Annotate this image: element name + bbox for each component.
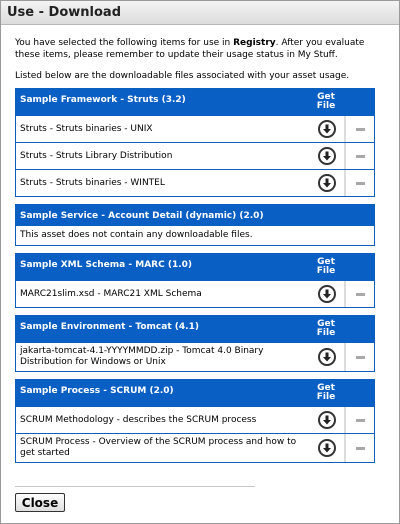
get-file-button[interactable] — [310, 120, 344, 138]
file-row: Struts - Struts binaries - WINTEL — [16, 169, 374, 196]
remove-cell[interactable] — [346, 292, 374, 296]
get-file-column-header: Get File — [306, 320, 346, 338]
get-file-label-line2: File — [316, 392, 336, 402]
remove-cell[interactable] — [346, 446, 374, 450]
file-row: MARC21slim.xsd - MARC21 XML Schema — [16, 280, 374, 307]
asset-groups: Sample Framework - Struts (3.2) Get File St… — [15, 88, 385, 463]
file-row: Struts - Struts binaries - UNIX — [16, 115, 374, 142]
file-name: Struts - Struts Library Distribution — [20, 150, 173, 161]
dialog-title: Use - Download — [1, 1, 399, 25]
remove-cell[interactable] — [346, 181, 374, 185]
asset-group-header: Sample Framework - Struts (3.2) Get File — [16, 89, 374, 115]
asset-group: Sample Process - SCRUM (2.0) Get File SCRUM… — [15, 379, 375, 463]
remove-dash-icon[interactable] — [355, 154, 365, 158]
file-row: SCRUM Methodology - describes the SCRUM … — [16, 406, 374, 433]
footer-divider — [15, 486, 255, 487]
asset-group: Sample Environment - Tomcat (4.1) Get File… — [15, 315, 375, 372]
intro-registry: Registry — [233, 38, 276, 48]
download-arrow-icon[interactable] — [318, 285, 336, 303]
no-files-message: This asset does not contain any download… — [16, 225, 374, 245]
close-button[interactable]: Close — [15, 493, 65, 512]
asset-group-title: Sample Process - SCRUM (2.0) — [20, 386, 174, 396]
remove-dash-icon[interactable] — [355, 292, 365, 296]
file-row: SCRUM Process - Overview of the SCRUM pr… — [16, 433, 374, 462]
intro-text-before: You have selected the following items fo… — [15, 38, 234, 48]
file-name: SCRUM Methodology - describes the SCRUM … — [20, 414, 257, 425]
get-file-button[interactable] — [310, 348, 344, 366]
asset-group: Sample Service - Account Detail (dynamic… — [15, 204, 375, 246]
dialog-content: You have selected the following items fo… — [1, 25, 399, 463]
download-arrow-icon[interactable] — [318, 348, 336, 366]
remove-cell[interactable] — [346, 154, 374, 158]
file-row: jakarta-tomcat-4.1-YYYYMMDD.zip - Tomcat… — [16, 342, 374, 371]
asset-group-header: Sample Environment - Tomcat (4.1) Get File — [16, 316, 374, 342]
download-arrow-icon[interactable] — [318, 439, 336, 457]
download-arrow-icon[interactable] — [318, 147, 336, 165]
file-name: jakarta-tomcat-4.1-YYYYMMDD.zip - Tomcat… — [20, 346, 264, 367]
asset-group-title: Sample Environment - Tomcat (4.1) — [20, 322, 199, 332]
file-name: Struts - Struts binaries - UNIX — [20, 123, 153, 134]
asset-group-header: Sample XML Schema - MARC (1.0) Get File — [16, 254, 374, 280]
download-dialog: Use - Download You have selected the fol… — [0, 0, 400, 524]
file-row: Struts - Struts Library Distribution — [16, 142, 374, 169]
get-file-button[interactable] — [310, 411, 344, 429]
listed-text: Listed below are the downloadable files … — [15, 71, 350, 81]
remove-cell[interactable] — [346, 355, 374, 359]
get-file-column-header: Get File — [306, 258, 346, 276]
download-arrow-icon[interactable] — [318, 120, 336, 138]
get-file-button[interactable] — [310, 439, 344, 457]
asset-group-header: Sample Process - SCRUM (2.0) Get File — [16, 380, 374, 406]
remove-dash-icon[interactable] — [355, 418, 365, 422]
asset-group-title: Sample Framework - Struts (3.2) — [20, 95, 186, 105]
download-arrow-icon[interactable] — [318, 174, 336, 192]
asset-group-title: Sample Service - Account Detail (dynamic… — [20, 211, 264, 221]
remove-dash-icon[interactable] — [355, 181, 365, 185]
intro-text: You have selected the following items fo… — [15, 37, 385, 61]
remove-dash-icon[interactable] — [355, 127, 365, 131]
asset-group-header: Sample Service - Account Detail (dynamic… — [16, 205, 374, 225]
file-name: SCRUM Process - Overview of the SCRUM pr… — [20, 437, 297, 458]
get-file-label-line2: File — [316, 101, 336, 111]
remove-dash-icon[interactable] — [355, 446, 365, 450]
get-file-column-header: Get File — [306, 93, 346, 111]
asset-group-title: Sample XML Schema - MARC (1.0) — [20, 260, 193, 270]
get-file-button[interactable] — [310, 174, 344, 192]
get-file-column-header: Get File — [306, 384, 346, 402]
get-file-button[interactable] — [310, 285, 344, 303]
file-name: MARC21slim.xsd - MARC21 XML Schema — [20, 288, 202, 299]
remove-cell[interactable] — [346, 418, 374, 422]
asset-group: Sample Framework - Struts (3.2) Get File St… — [15, 88, 375, 197]
remove-cell[interactable] — [346, 127, 374, 131]
get-file-button[interactable] — [310, 147, 344, 165]
get-file-label-line2: File — [316, 328, 336, 338]
remove-dash-icon[interactable] — [355, 355, 365, 359]
file-name: Struts - Struts binaries - WINTEL — [20, 177, 165, 188]
download-arrow-icon[interactable] — [318, 411, 336, 429]
asset-group: Sample XML Schema - MARC (1.0) Get File MAR… — [15, 253, 375, 308]
get-file-label-line2: File — [316, 266, 336, 276]
